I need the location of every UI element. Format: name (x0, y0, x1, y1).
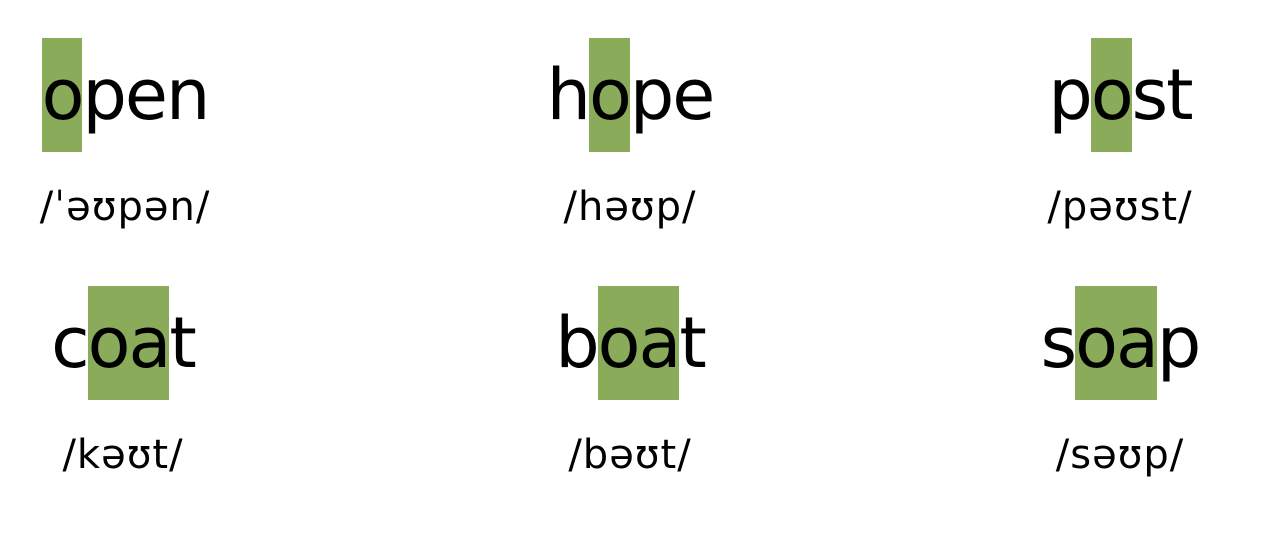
word-prefix: b (555, 302, 599, 384)
word-suffix: pe (629, 54, 715, 136)
word-card-boat: boat /bəʊt/ (480, 286, 780, 506)
word-suffix: st (1131, 54, 1194, 136)
word-prefix: s (1040, 302, 1078, 384)
highlighted-letters: oa (597, 286, 681, 400)
word-prefix: c (51, 302, 89, 384)
phonetic-transcription: /bəʊt/ (568, 432, 692, 478)
word-card-hope: hope /həʊp/ (480, 38, 780, 258)
word-suffix: p (1156, 302, 1201, 384)
highlighted-letters: o (1090, 38, 1134, 152)
phonetic-transcription: /həʊp/ (563, 184, 697, 230)
word: soap (970, 286, 1270, 400)
word-suffix: t (679, 302, 706, 384)
word: post (970, 38, 1270, 152)
word: open (0, 38, 275, 152)
highlighted-letters: oa (1075, 286, 1159, 400)
word: coat (0, 286, 273, 400)
phonetic-transcription: /kəʊt/ (62, 432, 184, 478)
word-card-open: open /ˈəʊpən/ (0, 38, 275, 258)
phonetic-transcription: /səʊp/ (1055, 432, 1185, 478)
word-card-post: post /pəʊst/ (970, 38, 1270, 258)
word-suffix: pen (82, 54, 210, 136)
word: boat (480, 286, 780, 400)
word-prefix: p (1048, 54, 1092, 136)
highlighted-letters: oa (87, 286, 171, 400)
word-suffix: t (169, 302, 196, 384)
word: hope (480, 38, 780, 152)
word-card-soap: soap /səʊp/ (970, 286, 1270, 506)
word-prefix: h (546, 54, 591, 136)
highlighted-letters: o (41, 38, 84, 152)
phonetic-transcription: /ˈəʊpən/ (39, 184, 211, 230)
word-card-coat: coat /kəʊt/ (0, 286, 273, 506)
highlighted-letters: o (589, 38, 632, 152)
phonetic-transcription: /pəʊst/ (1047, 184, 1193, 230)
